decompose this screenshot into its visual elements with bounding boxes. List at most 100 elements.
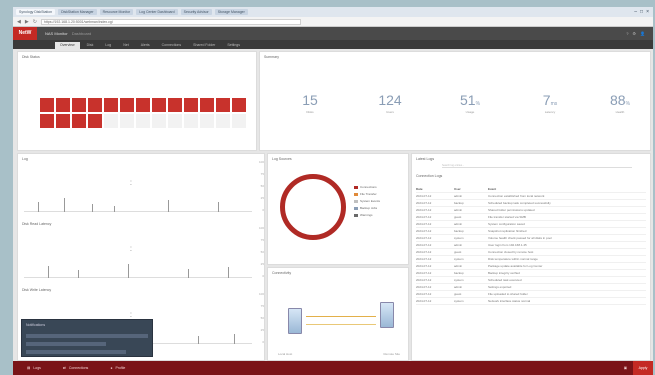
forward-icon[interactable]: ▶	[25, 19, 29, 25]
apply-button[interactable]: Apply	[633, 361, 653, 375]
disk-block[interactable]	[184, 114, 198, 128]
table-row[interactable]: 2024-07-12 admin Package update available …	[416, 263, 646, 270]
browser-tab[interactable]: Resource Monitor	[99, 9, 134, 15]
stat-unit: %	[625, 101, 631, 107]
column-header[interactable]: Date	[416, 187, 454, 191]
legend-item[interactable]: System Events	[354, 198, 380, 205]
disk-block[interactable]	[184, 98, 198, 112]
status-connections-button[interactable]: ⇄ Connections	[63, 366, 88, 370]
disk-block[interactable]	[72, 98, 86, 112]
maximize-icon[interactable]: □	[640, 9, 643, 15]
legend-item[interactable]: File Transfer	[354, 191, 380, 198]
chart-spike	[228, 267, 229, 278]
browser-tab[interactable]: Security Advisor	[180, 9, 212, 15]
disk-block[interactable]	[152, 114, 166, 128]
disk-block[interactable]	[88, 114, 102, 128]
browser-tab[interactable]: Storage Manager	[214, 9, 248, 15]
table-cell: 2024-07-12	[416, 278, 432, 282]
app-logo[interactable]: NetW	[13, 27, 37, 40]
table-row[interactable]: 2024-07-12 guest File transfer started via…	[416, 214, 646, 221]
topology-right-label: Remote Site	[383, 352, 400, 356]
table-row[interactable]: 2024-07-12 backup Snapshot replication fin…	[416, 228, 646, 235]
table-row[interactable]: 2024-07-12 guest File uploaded to shared f…	[416, 291, 646, 298]
legend-swatch	[354, 214, 358, 217]
back-icon[interactable]: ◀	[17, 19, 21, 25]
legend-swatch	[354, 186, 358, 189]
table-row[interactable]: 2024-07-12 admin Connection established fr…	[416, 193, 646, 200]
table-row[interactable]: 2024-07-12 guest Connection closed by remo…	[416, 249, 646, 256]
browser-tab[interactable]: Log Center Dashboard	[136, 9, 178, 15]
app-subtitle: Dashboard	[71, 31, 92, 36]
table-row[interactable]: 2024-07-12 system Volume health check pass…	[416, 235, 646, 242]
disk-block[interactable]	[72, 114, 86, 128]
column-header[interactable]: User	[454, 187, 488, 191]
disk-block[interactable]	[136, 114, 150, 128]
chart-spike	[198, 336, 199, 344]
table-row[interactable]: 2024-07-12 admin System configuration save…	[416, 221, 646, 228]
disk-block[interactable]	[120, 98, 134, 112]
legend-item[interactable]: Backup Jobs	[354, 205, 380, 212]
table-row[interactable]: 2024-07-12 system Disk temperature within …	[416, 256, 646, 263]
disk-block[interactable]	[56, 98, 70, 112]
server-icon[interactable]	[288, 308, 302, 334]
disk-block[interactable]	[216, 114, 230, 128]
tab-net[interactable]: Net	[118, 42, 133, 49]
column-header[interactable]: Event	[488, 187, 646, 191]
table-row[interactable]: 2024-07-12 backup Scheduled backup task co…	[416, 200, 646, 207]
disk-block[interactable]	[56, 114, 70, 128]
table-cell: 2024-07-12	[416, 201, 432, 205]
tab-connections[interactable]: Connections	[157, 42, 186, 49]
server-icon[interactable]	[380, 302, 394, 328]
disk-block[interactable]	[88, 98, 102, 112]
disk-block[interactable]	[40, 98, 54, 112]
table-row[interactable]: 2024-07-12 system Network interface status…	[416, 298, 646, 305]
table-row[interactable]: 2024-07-12 backup Backup integrity verifie…	[416, 270, 646, 277]
status-logs-button[interactable]: ▤ Logs	[27, 366, 41, 370]
disk-block[interactable]	[200, 98, 214, 112]
notification-icon[interactable]: ▣	[624, 366, 627, 370]
user-icon[interactable]: 👤	[640, 31, 645, 36]
help-icon[interactable]: ?	[626, 31, 628, 36]
disk-block[interactable]	[168, 98, 182, 112]
disk-block[interactable]	[104, 98, 118, 112]
minimize-icon[interactable]: –	[634, 9, 637, 15]
disk-block[interactable]	[168, 114, 182, 128]
status-profile-button[interactable]: ● Profile	[110, 366, 125, 370]
browser-tab[interactable]: DiskStation Manager	[58, 9, 97, 15]
table-cell: guest	[454, 250, 462, 254]
log-filter-input[interactable]: Search log entries...	[442, 164, 632, 168]
table-row[interactable]: 2024-07-12 system Scheduled task executed	[416, 277, 646, 284]
table-cell: admin	[454, 194, 463, 198]
reload-icon[interactable]: ↻	[33, 19, 37, 25]
disk-block[interactable]	[200, 114, 214, 128]
disk-block[interactable]	[232, 98, 246, 112]
legend-item[interactable]: Connections	[354, 184, 380, 191]
tab-settings[interactable]: Settings	[222, 42, 245, 49]
tab-overview[interactable]: Overview	[55, 42, 80, 49]
table-cell: 2024-07-12	[416, 236, 432, 240]
disk-block[interactable]	[120, 114, 134, 128]
tab-shared-folder[interactable]: Shared Folder	[188, 42, 220, 49]
legend-item[interactable]: Warnings	[354, 212, 380, 219]
gear-icon[interactable]: ⚙	[632, 31, 636, 36]
disk-block[interactable]	[152, 98, 166, 112]
table-row[interactable]: 2024-07-12 admin Settings exported	[416, 284, 646, 291]
tab-disk[interactable]: Disk	[82, 42, 99, 49]
disk-block[interactable]	[232, 114, 246, 128]
table-row[interactable]: 2024-07-12 admin User login from 192.168.1…	[416, 242, 646, 249]
tab-alerts[interactable]: Alerts	[136, 42, 155, 49]
stat-users: 124 Users	[360, 92, 420, 114]
table-cell: 2024-07-12	[416, 208, 432, 212]
disk-block[interactable]	[216, 98, 230, 112]
chart-point: ⁚	[130, 247, 132, 253]
disk-block[interactable]	[104, 114, 118, 128]
disk-status-panel: Disk Status	[17, 51, 257, 151]
disk-block[interactable]	[40, 114, 54, 128]
browser-tab[interactable]: Synology DiskStation	[16, 9, 56, 15]
notification-popup[interactable]: Notifications	[21, 319, 153, 357]
table-row[interactable]: 2024-07-12 admin Shared folder permissions…	[416, 207, 646, 214]
address-field[interactable]: https://192.168.1.20:5001/webman/index.c…	[40, 18, 301, 25]
tab-log[interactable]: Log	[100, 42, 116, 49]
disk-block[interactable]	[136, 98, 150, 112]
close-icon[interactable]: ×	[646, 9, 649, 15]
